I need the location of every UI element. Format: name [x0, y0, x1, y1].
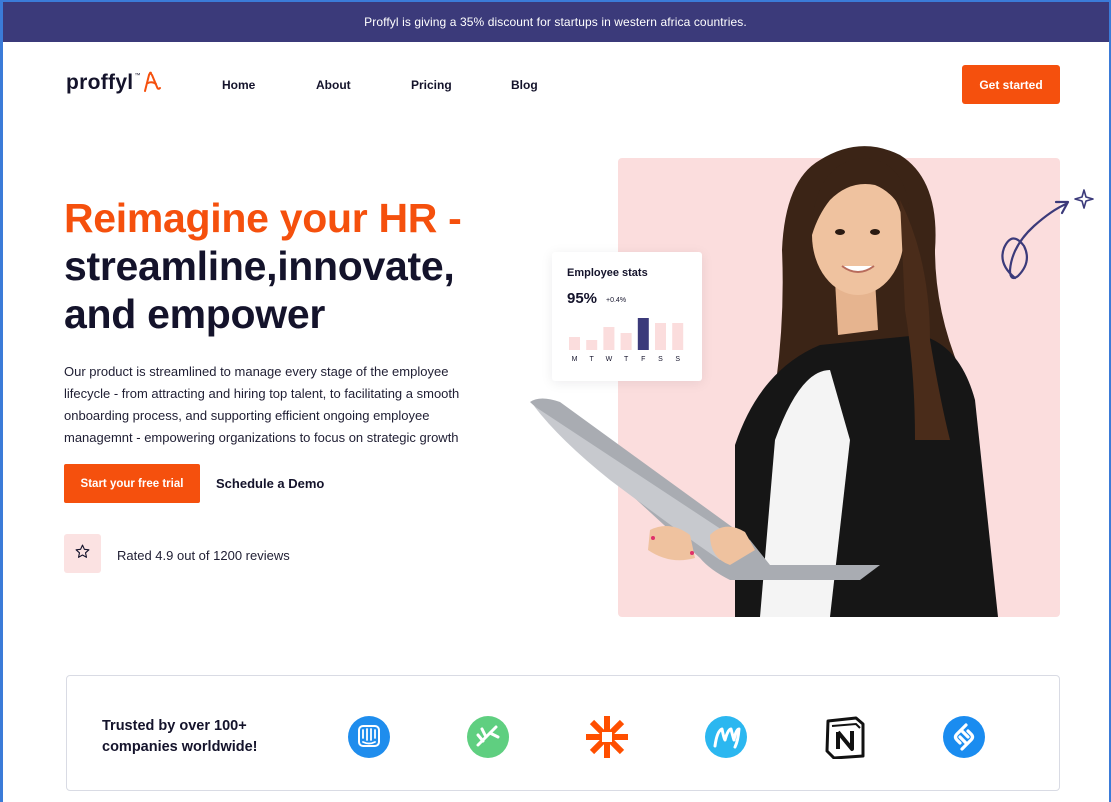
notion-logo — [823, 715, 867, 760]
start-free-trial-button[interactable]: Start your free trial — [64, 464, 200, 503]
brand-logo[interactable]: proffyl ™ — [66, 71, 162, 98]
nav-blog[interactable]: Blog — [511, 78, 538, 92]
star-icon — [74, 543, 91, 565]
rating-text: Rated 4.9 out of 1200 reviews — [117, 548, 290, 563]
nav-about[interactable]: About — [316, 78, 351, 92]
announcement-text: Proffyl is giving a 35% discount for sta… — [364, 15, 747, 29]
stats-day-label-2: W — [606, 356, 613, 363]
hero-title-line-3: and empower — [64, 291, 325, 337]
stats-day-label-1: T — [590, 356, 595, 363]
stats-day-label-3: T — [624, 356, 629, 363]
stats-day-label-4: F — [641, 356, 645, 363]
zapier-logo — [585, 715, 629, 759]
stats-bar-6 — [672, 323, 684, 350]
stats-bar-chart: MTWTFSS — [569, 318, 684, 363]
hero-title-line-2: streamline,innovate, — [64, 243, 455, 289]
miro-logo — [704, 715, 748, 759]
stats-bar-0 — [569, 337, 580, 350]
employee-stats-card: Employee stats 95% +0.4% M T W T F S S — [552, 252, 702, 381]
rating-badge — [64, 534, 101, 573]
brand-name: proffyl — [66, 71, 134, 94]
nav-home[interactable]: Home — [222, 78, 255, 92]
hero-title-accent: Reimagine your HR - — [64, 195, 462, 241]
sparkle-arrow-doodle-icon — [990, 186, 1095, 291]
stats-bar-1 — [586, 340, 598, 350]
schedule-demo-link[interactable]: Schedule a Demo — [216, 476, 324, 491]
stats-title: Employee stats — [567, 267, 648, 279]
trademark-symbol: ™ — [134, 73, 141, 79]
stats-bar-5 — [655, 323, 666, 350]
stats-bar-4 — [637, 318, 649, 350]
stats-day-label-5: S — [658, 356, 663, 363]
nav-pricing[interactable]: Pricing — [411, 78, 452, 92]
stats-day-label-6: S — [675, 356, 680, 363]
treehouse-logo — [466, 715, 510, 759]
intercom-logo — [347, 715, 391, 759]
brand-mark-icon — [142, 71, 162, 98]
trusted-by-text: Trusted by over 100+ companies worldwide… — [102, 718, 258, 755]
stats-day-label-0: M — [572, 356, 578, 363]
stats-value: 95% — [567, 290, 598, 307]
stats-delta: +0.4% — [606, 297, 627, 304]
hero-description: Our product is streamlined to manage eve… — [64, 364, 460, 445]
shazam-logo — [942, 715, 986, 759]
get-started-button[interactable]: Get started — [962, 65, 1060, 104]
hero-title: Reimagine your HR - streamline,innovate,… — [64, 194, 524, 338]
announcement-bar: Proffyl is giving a 35% discount for sta… — [0, 0, 1111, 42]
stats-bar-3 — [620, 333, 632, 350]
trusted-by-section: Trusted by over 100+ companies worldwide… — [66, 675, 1060, 791]
stats-bar-2 — [603, 327, 615, 350]
